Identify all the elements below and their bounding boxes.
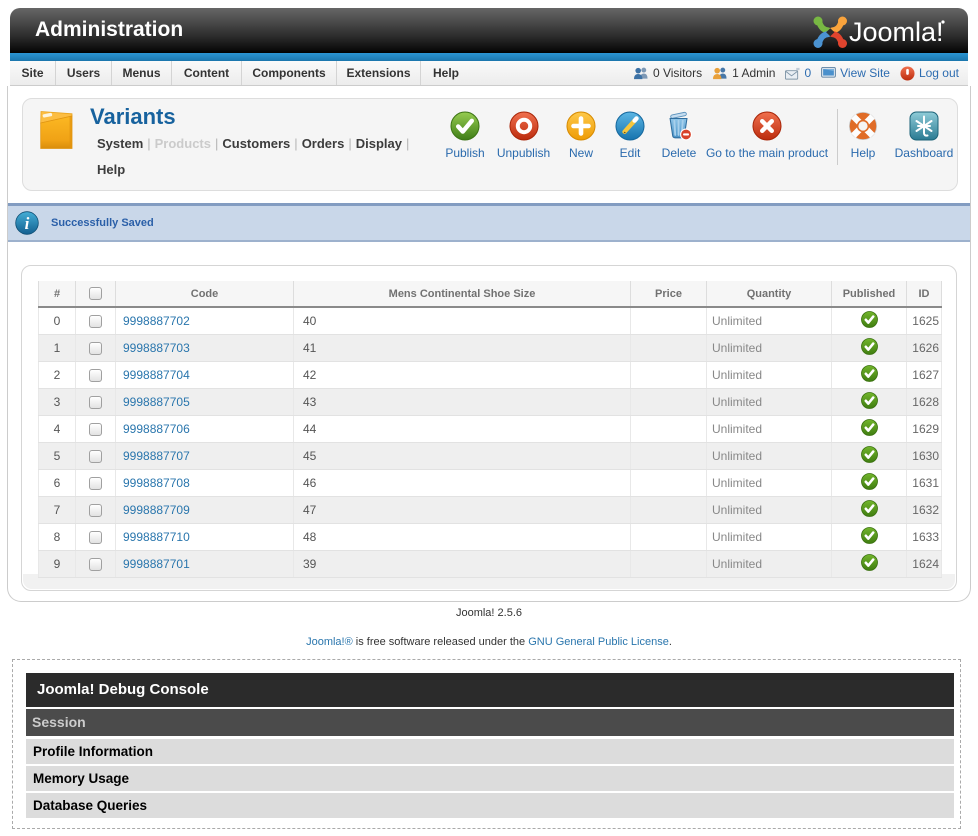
svg-text:Joomla!: Joomla! (849, 17, 944, 47)
svg-text:i: i (25, 214, 30, 233)
